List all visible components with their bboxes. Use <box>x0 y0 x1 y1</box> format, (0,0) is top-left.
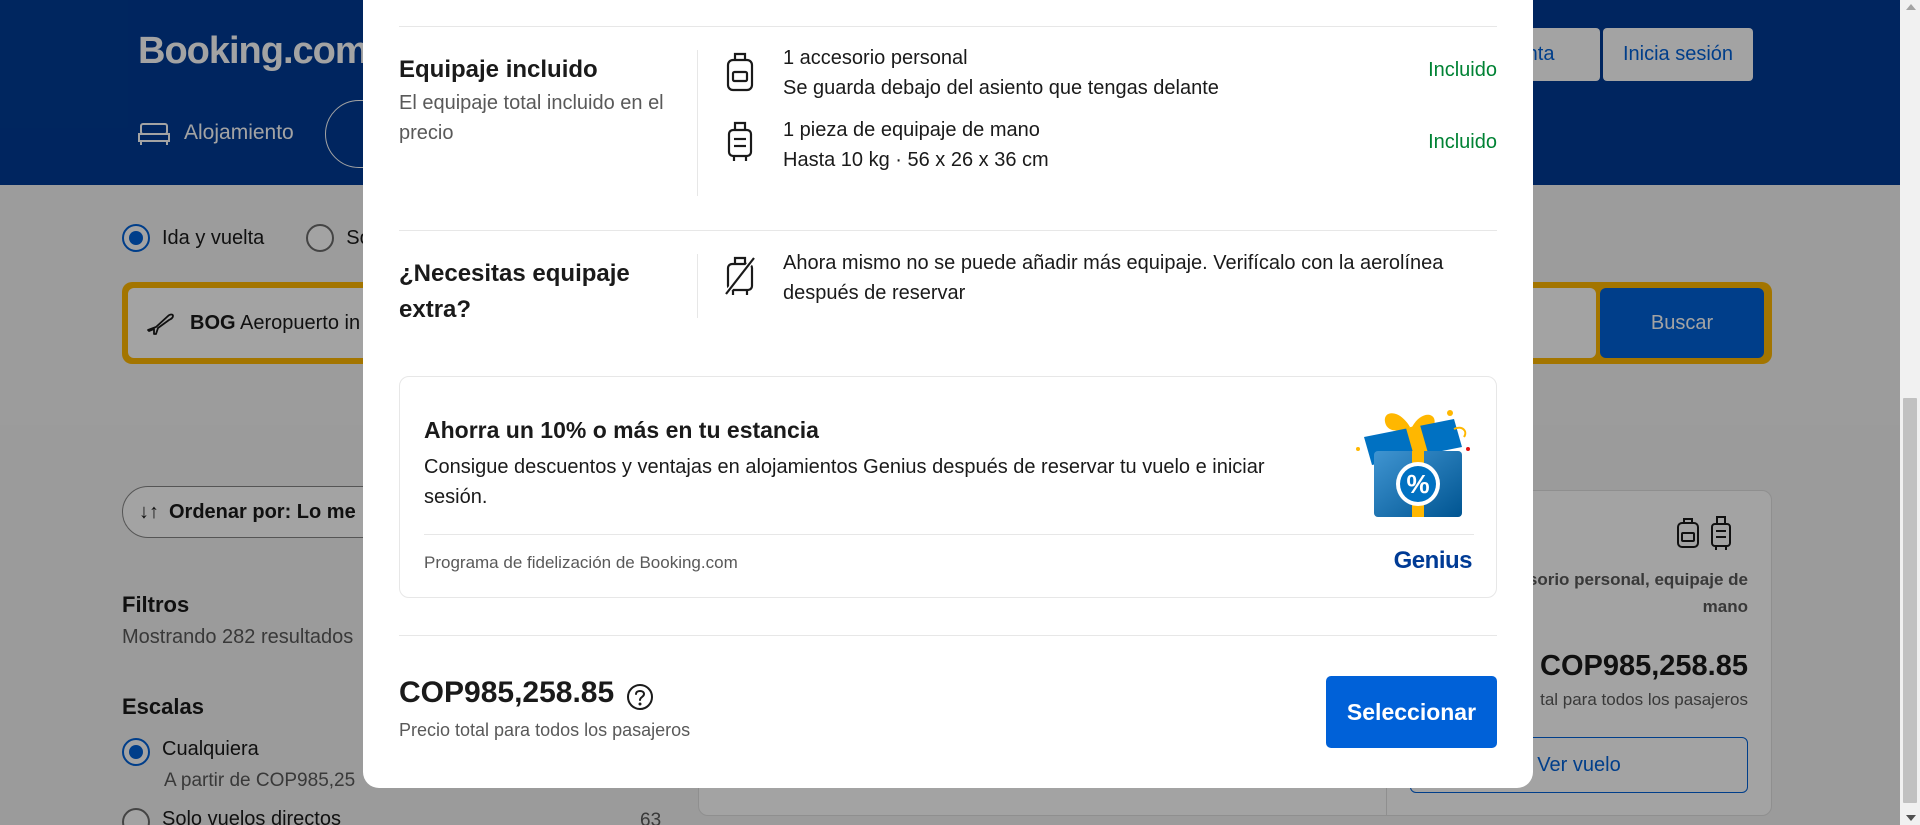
total-price: COP985,258.85 <box>399 676 615 709</box>
extra-baggage-title: ¿Necesitas equipaje extra? <box>399 260 630 323</box>
gift-box-icon: % <box>1356 410 1470 517</box>
page-scrollbar[interactable] <box>1900 0 1920 825</box>
promo-text: Consigue descuentos y ventajas en alojam… <box>424 456 1265 508</box>
svg-text:%: % <box>1406 469 1429 499</box>
top-divider <box>399 26 1497 27</box>
promo-title: Ahorra un 10% o más en tu estancia <box>424 417 819 443</box>
section-vertical-divider <box>697 254 698 318</box>
section-vertical-divider <box>697 50 698 196</box>
personal-item-status: Incluido <box>1428 59 1497 81</box>
extra-baggage-text: Ahora mismo no se puede añadir más equip… <box>783 252 1444 304</box>
genius-promo-card: Ahorra un 10% o más en tu estancia Consi… <box>399 376 1497 598</box>
carry-on-text: 1 pieza de equipaje de mano Hasta 10 kg … <box>783 119 1049 171</box>
baggage-details-modal: Equipaje incluido El equipaje total incl… <box>363 0 1533 788</box>
scroll-down-arrow-icon[interactable] <box>1906 815 1916 821</box>
help-icon[interactable] <box>626 683 654 711</box>
included-baggage-subtitle: El equipaje total incluido en el precio <box>399 92 664 144</box>
footer-divider <box>399 635 1497 636</box>
promo-footer: Programa de fidelización de Booking.com <box>424 553 738 572</box>
personal-item-text: 1 accesorio personal Se guarda debajo de… <box>783 47 1219 99</box>
included-baggage-title: Equipaje incluido <box>399 56 598 83</box>
carry-on-status: Incluido <box>1428 131 1497 153</box>
select-button[interactable]: Seleccionar <box>1326 676 1497 748</box>
personal-item-icon <box>726 52 754 92</box>
section-divider <box>399 230 1497 231</box>
genius-logo: Genius <box>1393 547 1473 574</box>
no-luggage-icon <box>725 256 755 296</box>
scroll-up-arrow-icon[interactable] <box>1906 4 1916 10</box>
scroll-thumb[interactable] <box>1903 398 1917 803</box>
total-price-subtitle: Precio total para todos los pasajeros <box>399 720 691 740</box>
promo-divider <box>424 534 1474 535</box>
carry-on-icon <box>727 121 753 161</box>
